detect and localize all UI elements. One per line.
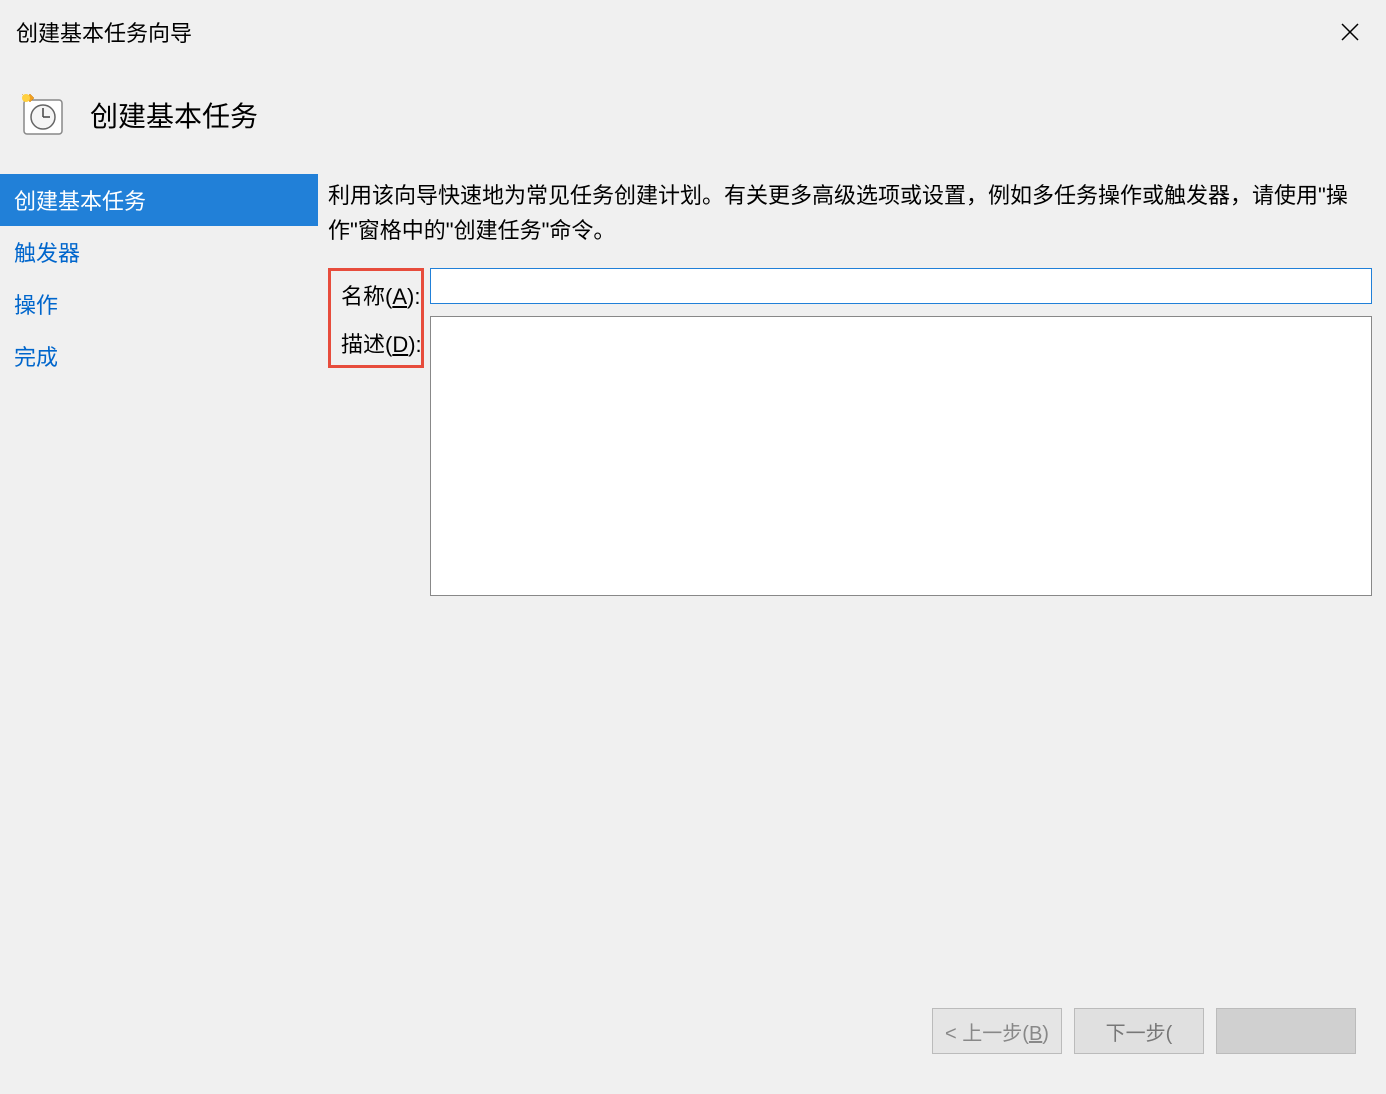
obscured-button <box>1216 1008 1356 1054</box>
wizard-sidebar: 创建基本任务 触发器 操作 完成 <box>0 170 318 1064</box>
wizard-description: 利用该向导快速地为常见任务创建计划。有关更多高级选项或设置，例如多任务操作或触发… <box>328 178 1372 248</box>
task-wizard-icon <box>16 90 66 140</box>
sidebar-item-create-task[interactable]: 创建基本任务 <box>0 174 318 226</box>
description-textarea[interactable] <box>430 316 1372 596</box>
fields-column <box>430 268 1372 596</box>
sidebar-item-label: 创建基本任务 <box>14 189 146 214</box>
description-label: 描述(D): <box>341 327 411 359</box>
sidebar-item-trigger[interactable]: 触发器 <box>0 226 318 278</box>
form-section: 名称(A): 描述(D): <box>328 268 1372 596</box>
sidebar-item-label: 触发器 <box>14 241 80 266</box>
title-bar: 创建基本任务向导 <box>0 0 1386 60</box>
sidebar-item-action[interactable]: 操作 <box>0 278 318 330</box>
name-input[interactable] <box>430 268 1372 304</box>
main-container: 创建基本任务 触发器 操作 完成 利用该向导快速地为常见任务创建计划。有关更多高… <box>0 170 1386 1064</box>
content-area: 利用该向导快速地为常见任务创建计划。有关更多高级选项或设置，例如多任务操作或触发… <box>318 170 1386 1064</box>
sidebar-item-finish[interactable]: 完成 <box>0 330 318 382</box>
button-bar: < 上一步(B) 下一步( <box>932 1008 1356 1054</box>
back-button[interactable]: < 上一步(B) <box>932 1008 1062 1054</box>
name-label: 名称(A): <box>341 279 411 311</box>
close-icon[interactable] <box>1330 12 1370 52</box>
sidebar-item-label: 完成 <box>14 345 58 370</box>
window-title: 创建基本任务向导 <box>16 16 192 48</box>
sidebar-item-label: 操作 <box>14 293 58 318</box>
next-button[interactable]: 下一步( <box>1074 1008 1204 1054</box>
wizard-title: 创建基本任务 <box>90 95 258 135</box>
labels-highlight-box: 名称(A): 描述(D): <box>328 268 424 368</box>
wizard-header: 创建基本任务 <box>0 60 1386 170</box>
